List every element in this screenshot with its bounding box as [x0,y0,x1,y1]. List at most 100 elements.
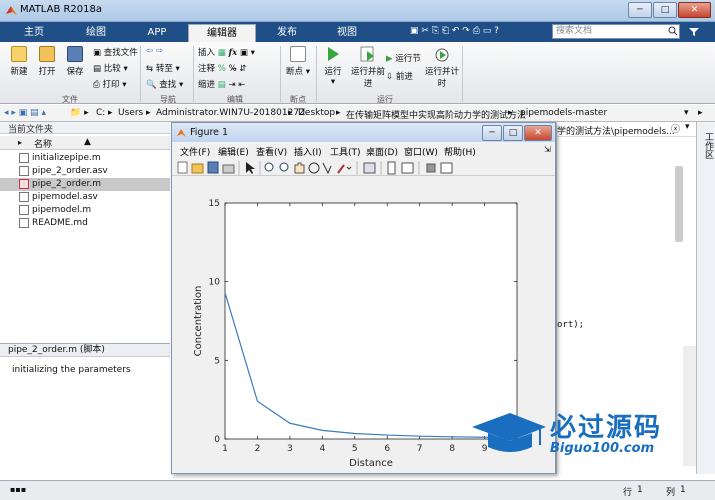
search-documentation-input[interactable]: 搜索文档 [552,24,680,39]
x-tick-label: 4 [319,444,325,454]
watermark: 必过源码 Biguo100.com [470,405,700,463]
comment-line-icon: %̶ [228,64,237,74]
path-segment[interactable]: Desktop [298,108,335,118]
list-item[interactable]: pipe_2_order.m [0,178,170,191]
col-number: 1 [680,485,686,495]
tab-editor[interactable]: 编辑器 [188,24,256,42]
column-name[interactable]: 名称 [34,137,52,150]
path-segment[interactable]: C: [96,108,105,118]
browse-folder-icon[interactable]: ▸ [698,108,703,118]
print-icon [222,164,235,174]
chevron-down-icon[interactable]: ▾ [684,108,689,118]
percent-icon: % [217,64,226,74]
menu-window[interactable]: 窗口(W) [404,145,438,158]
insert-icon: ▦ [217,48,226,58]
group-label-run: 运行 [377,95,393,104]
list-item[interactable]: README.md [0,217,170,230]
close-icon[interactable]: ⓧ [671,122,680,135]
pan-icon [294,162,305,174]
search-icon[interactable] [668,26,678,36]
ribbon-divider [316,46,317,102]
list-item[interactable]: pipe_2_order.asv [0,165,170,178]
status-bar: ▪▪▪ 行 1 列 1 [0,480,715,500]
open-button[interactable]: 打开 [34,46,60,77]
menu-file[interactable]: 文件(F) [180,145,210,158]
new-button[interactable]: 新建 [6,46,32,77]
find-files-button[interactable]: ▣ 查找文件 [93,46,138,58]
data-cursor-icon [322,162,332,175]
menu-insert[interactable]: 插入(I) [294,145,322,158]
x-tick-label: 7 [417,444,423,454]
indent-icon: ⇥ [228,80,236,90]
y-tick-label: 5 [214,356,220,366]
folder-icon: 📁 ▸ [70,108,89,118]
sort-icon[interactable]: ▸ [18,138,22,147]
filter-icon[interactable] [688,26,700,38]
editor-scrollbar[interactable] [675,166,683,242]
col-label: 列 [666,488,676,498]
run-and-time-button[interactable]: 运行并计时 [424,46,460,89]
workspace-label: 工作区 [703,132,713,159]
print-button[interactable]: ⎙ 打印 ▾ [93,78,127,90]
quick-access-toolbar[interactable]: ▣ ✂ ⎘ ⎗ ↶ ↷ ⎙ ▭ ? [410,26,499,36]
list-item[interactable]: pipemodel.asv [0,191,170,204]
hide-plot-tools-icon [426,163,436,173]
list-item[interactable]: pipemodel.m [0,204,170,217]
advance-icon: ⇩ [386,72,394,82]
figure-menubar: 文件(F) 编辑(E) 查看(V) 插入(I) 工具(T) 桌面(D) 窗口(W… [172,143,555,158]
smart-indent-icon: ▤ [217,80,226,90]
figure-close-button[interactable]: ✕ [524,125,552,141]
run-section-button[interactable]: ▶ 运行节 [386,52,421,64]
code-line: ort); [557,320,585,330]
menu-view[interactable]: 查看(V) [256,145,287,158]
path-segment[interactable]: pipemodels-master [520,108,607,118]
link-plot-icon [363,162,376,174]
show-plot-tools-icon [440,162,453,174]
tab-view[interactable]: 视图 [318,24,376,42]
insert-button[interactable]: 插入 ▦ fx ▣ ▾ [198,46,255,58]
open-icon [191,163,204,174]
tab-publish[interactable]: 发布 [258,24,316,42]
tab-plots[interactable]: 绘图 [66,24,126,42]
menu-tools[interactable]: 工具(T) [330,145,361,158]
pointer-icon [246,162,255,174]
goto-button[interactable]: ⇆ 转至 ▾ [146,62,180,74]
details-header[interactable]: pipe_2_order.m (脚本) [0,343,170,357]
find-button[interactable]: 🔍 查找 ▾ [146,78,183,90]
breakpoints-button[interactable]: 断点 ▾ [285,46,311,77]
folder-open-icon [39,46,55,62]
figure-maximize-button[interactable]: □ [503,125,523,141]
indent-button[interactable]: 缩进 ▤ ⇥ ⇤ [198,78,245,90]
menu-desktop[interactable]: 桌面(D) [366,145,398,158]
compare-button[interactable]: ▤ 比较 ▾ [93,62,128,74]
close-button[interactable]: ✕ [678,2,711,18]
path-segment[interactable]: Users [118,108,143,118]
wrap-icon: ⇵ [239,64,247,74]
minimize-button[interactable]: ─ [628,2,652,18]
save-button[interactable]: 保存 [62,46,88,77]
back-forward-buttons[interactable]: ⇦ ⇨ [146,46,163,56]
graduation-cap-icon [472,413,546,452]
address-bar[interactable]: ◂ ▸ ▣ ▤ ▴ 📁 ▸ C: ▸ Users ▸ Administrator… [0,105,715,122]
maximize-button[interactable]: □ [653,2,677,18]
list-item[interactable]: initializepipe.m [0,152,170,165]
menu-help[interactable]: 帮助(H) [444,145,476,158]
run-and-advance-button[interactable]: 运行并前进 [350,46,386,89]
figure-toolbar [172,159,555,176]
comment-button[interactable]: 注释 % %̶ ⇵ [198,62,246,74]
path-segment[interactable]: 在传输矩阵模型中实现高阶动力学的测试方法 [346,108,526,121]
run-button[interactable]: 运行 ▾ [320,46,346,87]
tab-apps[interactable]: APP [128,24,186,42]
y-tick-label: 0 [214,435,220,445]
dock-icon[interactable]: ⇲ [544,145,551,154]
group-label-edit: 编辑 [227,95,243,104]
figure-minimize-button[interactable]: ─ [482,125,502,141]
advance-button[interactable]: ⇩ 前进 [386,70,413,82]
line-number: 1 [637,485,643,495]
run-time-icon [435,48,449,62]
menu-edit[interactable]: 编辑(E) [218,145,249,158]
chevron-down-icon[interactable]: ▾ [685,122,690,132]
nav-arrows[interactable]: ◂ ▸ ▣ ▤ ▴ [4,108,46,118]
tab-home[interactable]: 主页 [4,24,64,42]
path-segment[interactable]: Administrator.WIN7U-20180127Z [156,108,305,118]
